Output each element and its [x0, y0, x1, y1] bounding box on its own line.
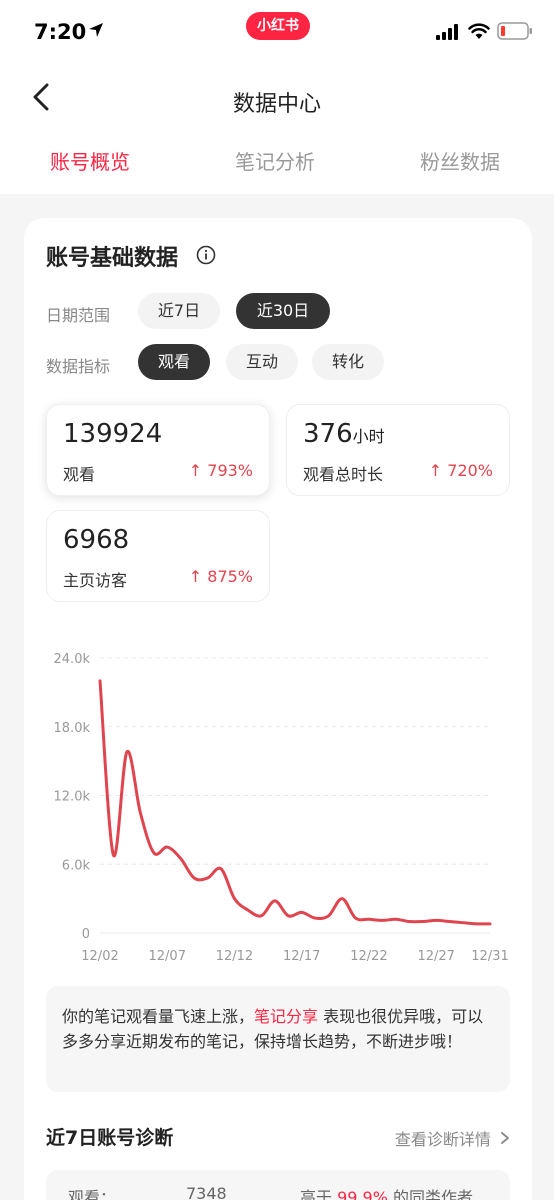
metric-change: ↑ 793% — [188, 461, 253, 480]
y-tick-label: 24.0k — [54, 652, 91, 667]
metric-label: 主页访客 — [63, 571, 128, 590]
account-data-card: 账号基础数据 日期范围 近7日 近30日 数据指标 观看 互动 转化 13992… — [24, 218, 532, 1200]
tab-fan-data[interactable]: 粉丝数据 — [420, 146, 500, 175]
y-tick-label: 12.0k — [54, 790, 91, 805]
diagnosis-details-link[interactable]: 查看诊断详情 — [395, 1126, 510, 1150]
compare-value: 99.9% — [337, 1188, 388, 1200]
metric-change: ↑ 720% — [428, 461, 493, 480]
metric-type-label: 数据指标 — [46, 357, 111, 376]
y-tick-label: 6.0k — [62, 858, 91, 873]
metric-number: 376 — [303, 419, 353, 449]
x-tick-label: 12/17 — [283, 949, 320, 964]
metric-engagement-chip[interactable]: 互动 — [226, 344, 298, 380]
x-tick-label: 12/27 — [417, 949, 454, 964]
cellular-signal-icon — [436, 24, 458, 40]
metric-unit: 小时 — [352, 427, 385, 446]
status-bar: 7:20 小红书 — [0, 0, 554, 64]
metric-value: 376小时 — [303, 419, 385, 449]
compare-suffix: 的同类作者 — [393, 1188, 474, 1200]
metric-card-profile-visitors[interactable]: 6968 主页访客 ↑ 875% — [46, 510, 270, 602]
diagnosis-title: 近7日账号诊断 — [46, 1127, 174, 1149]
compare-prefix: 高于 — [300, 1188, 333, 1200]
y-tick-label: 0 — [82, 927, 90, 942]
diagnosis-row: 观看： 7348 高于 99.9% 的同类作者 — [46, 1170, 510, 1200]
tip-box: 你的笔记观看量飞速上涨，笔记分享 表现也很优异哦，可以多多分享近期发布的笔记，保… — [46, 986, 510, 1092]
diagnosis-label: 观看： — [68, 1188, 117, 1200]
tip-highlight-link[interactable]: 笔记分享 — [254, 1007, 318, 1026]
x-tick-label: 12/22 — [350, 949, 387, 964]
battery-low-icon — [497, 22, 532, 40]
diagnosis-link-label: 查看诊断详情 — [394, 1130, 491, 1149]
diagnosis-compare: 高于 99.9% 的同类作者 — [300, 1184, 473, 1200]
metric-card-watch-time[interactable]: 376小时 观看总时长 ↑ 720% — [286, 404, 510, 496]
tab-account-overview[interactable]: 账号概览 — [50, 146, 130, 175]
location-arrow-icon — [89, 23, 103, 37]
tip-text-before: 你的笔记观看量飞速上涨， — [62, 1007, 255, 1026]
date-range-label: 日期范围 — [46, 306, 111, 325]
app-badge[interactable]: 小红书 — [246, 12, 310, 40]
page-header: 数据中心 账号概览 笔记分析 粉丝数据 — [0, 64, 554, 194]
page-title: 数据中心 — [232, 92, 321, 117]
metric-conversion-chip[interactable]: 转化 — [312, 344, 384, 380]
x-tick-label: 12/31 — [471, 949, 508, 964]
date-range-7d-chip[interactable]: 近7日 — [138, 293, 220, 329]
tab-bar: 账号概览 笔记分析 粉丝数据 — [0, 146, 554, 186]
y-tick-label: 18.0k — [54, 721, 91, 736]
x-tick-label: 12/02 — [81, 949, 118, 964]
info-icon[interactable] — [196, 245, 216, 265]
status-time: 7:20 — [34, 20, 87, 44]
x-tick-label: 12/07 — [149, 949, 186, 964]
metric-card-views[interactable]: 139924 观看 ↑ 793% — [46, 404, 270, 496]
diagnosis-value: 7348 — [186, 1184, 227, 1200]
date-range-30d-chip[interactable]: 近30日 — [236, 293, 330, 329]
wifi-icon — [468, 23, 490, 39]
tab-note-analysis[interactable]: 笔记分析 — [235, 146, 315, 175]
section-title: 账号基础数据 — [46, 246, 179, 271]
metric-value: 139924 — [63, 419, 163, 449]
metric-value: 6968 — [63, 525, 130, 555]
chevron-right-icon — [501, 1132, 509, 1144]
x-tick-label: 12/12 — [216, 949, 253, 964]
metric-change: ↑ 875% — [188, 567, 253, 586]
metric-views-chip[interactable]: 观看 — [138, 344, 210, 380]
views-line-chart: 0 6.0k 12.0k 18.0k 24.0k 12/02 12/07 12/12 12/17… — [54, 652, 509, 964]
metric-label: 观看总时长 — [303, 465, 384, 484]
metric-label: 观看 — [63, 465, 96, 484]
views-series-line — [98, 679, 492, 926]
